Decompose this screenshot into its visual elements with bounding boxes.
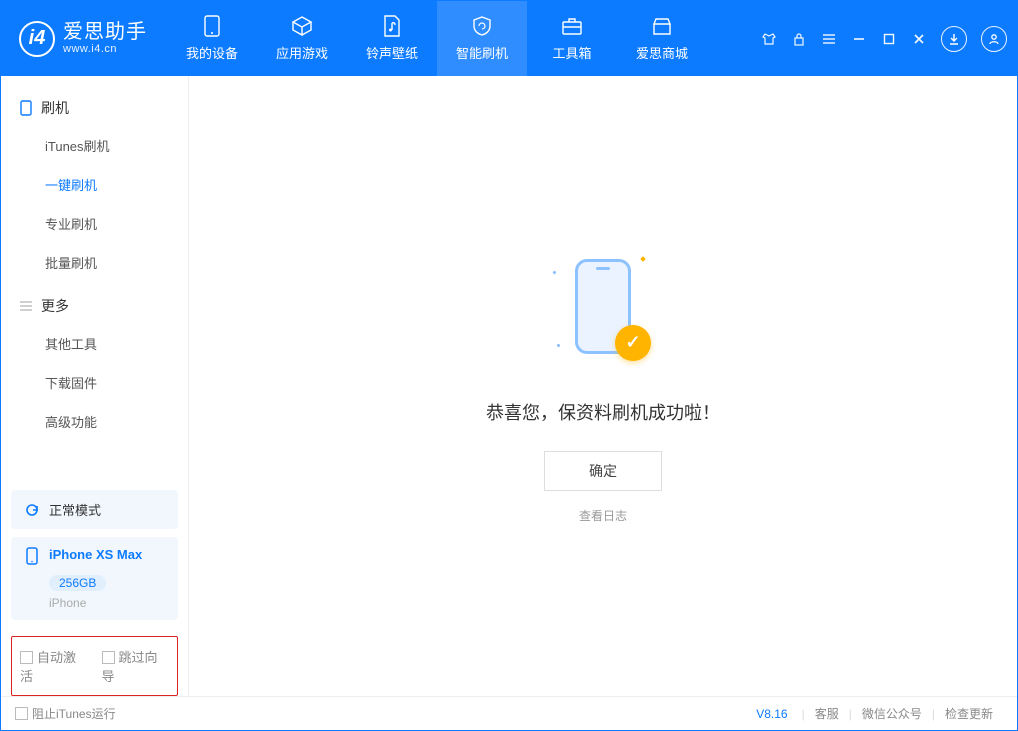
logo-icon: i4 xyxy=(19,21,55,57)
device-name: iPhone XS Max xyxy=(49,547,142,562)
sidebar-item-pro-flash[interactable]: 专业刷机 xyxy=(1,204,188,243)
auto-activate-checkbox[interactable]: 自动激活 xyxy=(20,647,88,685)
sidebar-item-batch-flash[interactable]: 批量刷机 xyxy=(1,243,188,282)
view-log-link[interactable]: 查看日志 xyxy=(579,507,627,524)
list-icon xyxy=(19,299,33,313)
menu-icon[interactable] xyxy=(821,31,837,47)
lock-icon[interactable] xyxy=(791,31,807,47)
check-icon: ✓ xyxy=(615,325,651,361)
flash-options-row: 自动激活 跳过向导 xyxy=(11,636,178,696)
tab-my-device[interactable]: 我的设备 xyxy=(167,1,257,76)
footer-link-update[interactable]: 检查更新 xyxy=(935,705,1003,722)
app-name: 爱思助手 xyxy=(63,21,147,43)
phone-outline-icon xyxy=(23,547,41,565)
main-tabs: 我的设备 应用游戏 铃声壁纸 智能刷机 工具箱 爱思商城 xyxy=(167,1,707,76)
app-url: www.i4.cn xyxy=(63,43,147,55)
download-button[interactable] xyxy=(941,26,967,52)
device-icon xyxy=(19,101,33,115)
sidebar-section-flash: 刷机 xyxy=(1,90,188,126)
main-content: ✓ 恭喜您，保资料刷机成功啦！ 确定 查看日志 xyxy=(189,76,1017,696)
music-file-icon xyxy=(381,15,403,37)
success-message: 恭喜您，保资料刷机成功啦！ xyxy=(486,399,720,425)
account-button[interactable] xyxy=(981,26,1007,52)
sync-icon xyxy=(23,501,41,519)
sidebar-item-advanced[interactable]: 高级功能 xyxy=(1,402,188,441)
sidebar-item-oneclick-flash[interactable]: 一键刷机 xyxy=(1,165,188,204)
tab-toolbox[interactable]: 工具箱 xyxy=(527,1,617,76)
app-logo: i4 爱思助手 www.i4.cn xyxy=(19,21,147,57)
device-card[interactable]: iPhone XS Max 256GB iPhone xyxy=(11,537,178,620)
footer-link-service[interactable]: 客服 xyxy=(805,705,849,722)
tab-ringtones[interactable]: 铃声壁纸 xyxy=(347,1,437,76)
title-bar: i4 爱思助手 www.i4.cn 我的设备 应用游戏 铃声壁纸 智能刷机 工具… xyxy=(1,1,1017,76)
sidebar: 刷机 iTunes刷机 一键刷机 专业刷机 批量刷机 更多 其他工具 下载固件 … xyxy=(1,76,189,696)
store-icon xyxy=(651,15,673,37)
phone-icon xyxy=(201,15,223,37)
storage-badge: 256GB xyxy=(49,575,106,591)
tab-apps[interactable]: 应用游戏 xyxy=(257,1,347,76)
block-itunes-checkbox[interactable]: 阻止iTunes运行 xyxy=(15,705,116,722)
mode-card[interactable]: 正常模式 xyxy=(11,490,178,529)
maximize-icon[interactable] xyxy=(881,31,897,47)
sidebar-item-firmware[interactable]: 下载固件 xyxy=(1,363,188,402)
sidebar-section-more: 更多 xyxy=(1,288,188,324)
success-illustration: ✓ xyxy=(543,249,663,369)
tab-flash[interactable]: 智能刷机 xyxy=(437,1,527,76)
cube-icon xyxy=(291,15,313,37)
toolbox-icon xyxy=(561,15,583,37)
tab-store[interactable]: 爱思商城 xyxy=(617,1,707,76)
version-label: V8.16 xyxy=(756,707,787,721)
close-icon[interactable] xyxy=(911,31,927,47)
ok-button[interactable]: 确定 xyxy=(544,451,662,491)
device-type: iPhone xyxy=(23,596,166,610)
minimize-icon[interactable] xyxy=(851,31,867,47)
sidebar-item-itunes-flash[interactable]: iTunes刷机 xyxy=(1,126,188,165)
shirt-icon[interactable] xyxy=(761,31,777,47)
window-controls xyxy=(761,26,1007,52)
mode-label: 正常模式 xyxy=(49,500,101,519)
footer-link-wechat[interactable]: 微信公众号 xyxy=(852,705,932,722)
status-bar: 阻止iTunes运行 V8.16 | 客服 | 微信公众号 | 检查更新 xyxy=(1,696,1017,730)
shield-refresh-icon xyxy=(471,15,493,37)
skip-guide-checkbox[interactable]: 跳过向导 xyxy=(102,647,170,685)
sidebar-item-other-tools[interactable]: 其他工具 xyxy=(1,324,188,363)
